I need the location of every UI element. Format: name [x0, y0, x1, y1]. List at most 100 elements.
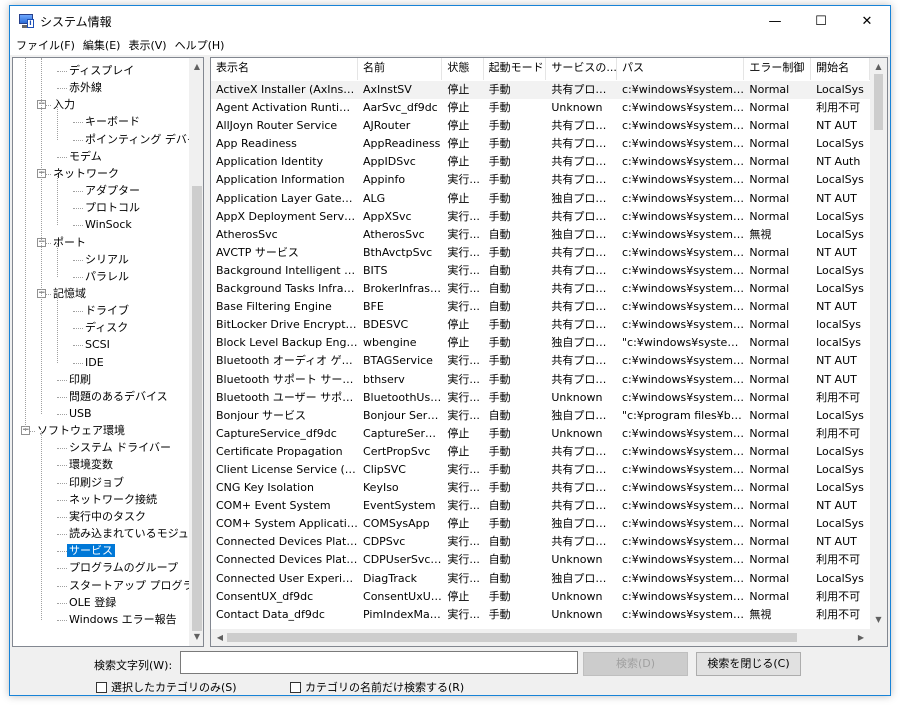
- table-row[interactable]: AppX Deployment Service (... AppXSvc 実行...…: [211, 208, 870, 226]
- checkbox-box[interactable]: [96, 681, 107, 693]
- scroll-down-icon[interactable]: ▼: [190, 630, 203, 644]
- close-search-button[interactable]: 検索を閉じる(C): [696, 652, 801, 676]
- tree-item[interactable]: ネットワーク: [51, 165, 121, 182]
- tree-item[interactable]: OLE 登録: [67, 594, 118, 611]
- tree-vertical-scrollbar[interactable]: ▲ ▼: [189, 58, 203, 646]
- table-row[interactable]: Bluetooth オーディオ ゲートウェ... BTAGService 実行...…: [211, 352, 870, 370]
- tree-item[interactable]: ソフトウェア環境: [35, 422, 127, 439]
- column-header[interactable]: パス: [617, 58, 745, 80]
- tree-item[interactable]: モデム: [67, 148, 104, 165]
- column-header[interactable]: エラー制御: [744, 58, 812, 80]
- table-row[interactable]: BitLocker Drive Encryption ... BDESVC 停止 手動…: [211, 316, 870, 334]
- scroll-down-icon[interactable]: ▼: [870, 613, 887, 627]
- tree-item[interactable]: キーボード: [83, 113, 142, 130]
- list-horizontal-scrollbar[interactable]: ◀ ▶: [211, 629, 870, 646]
- column-header[interactable]: 状態: [442, 58, 484, 80]
- tree-item[interactable]: 入力: [51, 96, 77, 113]
- category-names-only-checkbox[interactable]: カテゴリの名前だけ検索する(R): [290, 679, 464, 695]
- scroll-left-icon[interactable]: ◀: [213, 631, 227, 645]
- table-row[interactable]: Connected Devices Platfor... CDPUserSvc_.…: [211, 551, 870, 569]
- table-row[interactable]: Background Intelligent Tran... BITS 実行... 自…: [211, 262, 870, 280]
- tree-item[interactable]: 印刷ジョブ: [67, 474, 126, 491]
- table-cell: c:¥windows¥system32...: [621, 83, 745, 96]
- tree-item[interactable]: プログラムのグループ: [67, 559, 180, 576]
- column-header[interactable]: 開始名: [811, 58, 870, 80]
- table-row[interactable]: Bluetooth ユーザー サポート サ... BluetoothUse... 実…: [211, 389, 870, 407]
- table-row[interactable]: ActiveX Installer (AxInstSV) AxInstSV 停止 手動…: [211, 81, 870, 100]
- menu-view[interactable]: 表示(V): [124, 36, 170, 56]
- tree-item-label: USB: [69, 407, 92, 420]
- menu-file[interactable]: ファイル(F): [12, 36, 79, 56]
- table-row[interactable]: Base Filtering Engine BFE 実行... 自動 共有プロセス c:¥…: [211, 298, 870, 316]
- table-row[interactable]: Application Identity AppIDSvc 停止 手動 共有プロセス c:…: [211, 153, 870, 171]
- list-vscroll-thumb[interactable]: [874, 74, 883, 130]
- table-row[interactable]: Contact Data_df9dc PimIndexMai... 実行... 手動 U…: [211, 606, 870, 624]
- tree-item[interactable]: 環境変数: [67, 456, 115, 473]
- scroll-right-icon[interactable]: ▶: [854, 631, 868, 645]
- tree-scroll-thumb[interactable]: [192, 186, 202, 631]
- search-button[interactable]: 検索(D): [583, 652, 688, 676]
- table-row[interactable]: Background Tasks Infrastru... BrokerInfra…: [211, 280, 870, 298]
- table-row[interactable]: Application Information Appinfo 実行... 手動 共有プ…: [211, 171, 870, 189]
- title-bar[interactable]: i システム情報 — ☐ ✕: [10, 6, 890, 36]
- table-row[interactable]: Certificate Propagation CertPropSvc 停止 手動 共有…: [211, 443, 870, 461]
- tree-item[interactable]: SCSI: [83, 336, 112, 353]
- table-row[interactable]: App Readiness AppReadiness 停止 手動 共有プロセス c:¥wi…: [211, 135, 870, 153]
- tree-item[interactable]: プロトコル: [83, 199, 142, 216]
- table-row[interactable]: Client License Service (Clip... ClipSVC 実行…: [211, 461, 870, 479]
- table-row[interactable]: Bonjour サービス Bonjour Servi... 実行... 自動 独自プロセ…: [211, 407, 870, 425]
- table-row[interactable]: Block Level Backup Engine ... wbengine 停止 手…: [211, 334, 870, 352]
- tree-item[interactable]: スタートアップ プログラム: [67, 577, 203, 594]
- close-button[interactable]: ✕: [844, 6, 890, 36]
- tree-item[interactable]: 印刷: [67, 371, 93, 388]
- column-header[interactable]: サービスの...: [546, 58, 617, 80]
- table-row[interactable]: AtherosSvc AtherosSvc 実行... 自動 独自プロセス c:¥wind…: [211, 226, 870, 244]
- table-row[interactable]: Agent Activation Runtime_d... AarSvc_df9d…: [211, 99, 870, 117]
- tree-item[interactable]: 問題のあるデバイス: [67, 388, 170, 405]
- tree-item[interactable]: 読み込まれているモジュール: [67, 525, 203, 542]
- table-row[interactable]: COM+ System Application COMSysApp 停止 手動 独自プロ…: [211, 515, 870, 533]
- minimize-button[interactable]: —: [752, 6, 798, 36]
- tree-item[interactable]: 実行中のタスク: [67, 508, 148, 525]
- scroll-up-icon[interactable]: ▲: [870, 60, 887, 74]
- column-header[interactable]: 起動モード: [484, 58, 547, 80]
- tree-item[interactable]: シリアル: [83, 251, 131, 268]
- menu-help[interactable]: ヘルプ(H): [171, 36, 229, 56]
- table-row[interactable]: AVCTP サービス BthAvctpSvc 実行... 手動 共有プロセス c:¥win…: [211, 244, 870, 262]
- table-row[interactable]: COM+ Event System EventSystem 実行... 自動 共有プロセ…: [211, 497, 870, 515]
- list-hscroll-thumb[interactable]: [227, 633, 797, 642]
- table-row[interactable]: Bluetooth サポート サービス bthserv 実行... 手動 共有プロセス c…: [211, 371, 870, 389]
- table-row[interactable]: AllJoyn Router Service AJRouter 停止 手動 共有プロセス…: [211, 117, 870, 135]
- selected-category-only-checkbox[interactable]: 選択したカテゴリのみ(S): [96, 679, 237, 695]
- category-tree[interactable]: ディスプレイ 赤外線 入力 − キーボード ポインティング デバイス モデム ネットワーク − ア…: [12, 57, 204, 647]
- table-row[interactable]: Application Layer Gateway ... ALG 停止 手動 独自プロ…: [211, 190, 870, 208]
- tree-item[interactable]: USB: [67, 405, 94, 422]
- column-header[interactable]: 表示名: [211, 58, 358, 80]
- table-row[interactable]: ConsentUX_df9dc ConsentUxUs... 停止 手動 Unknown…: [211, 588, 870, 606]
- tree-item[interactable]: システム ドライバー: [67, 439, 173, 456]
- tree-item[interactable]: ネットワーク接続: [67, 491, 159, 508]
- table-row[interactable]: Connected User Experienc... DiagTrack 実行..…: [211, 570, 870, 588]
- table-row[interactable]: Connected Devices Platfor... CDPSvc 実行... 自…: [211, 533, 870, 551]
- scroll-up-icon[interactable]: ▲: [190, 60, 203, 74]
- services-list[interactable]: 表示名 名前 状態 起動モード サービスの... パス エラー制御 開始名 ActiveX I…: [210, 57, 888, 647]
- tree-item[interactable]: Windows エラー報告: [67, 611, 179, 628]
- tree-item[interactable]: サービス: [67, 542, 115, 559]
- list-vertical-scrollbar[interactable]: ▲ ▼: [870, 58, 887, 629]
- tree-item[interactable]: アダプター: [83, 182, 142, 199]
- tree-item[interactable]: WinSock: [83, 216, 134, 233]
- tree-item[interactable]: ポインティング デバイス: [83, 131, 203, 148]
- tree-item[interactable]: パラレル: [83, 268, 131, 285]
- maximize-button[interactable]: ☐: [798, 6, 844, 36]
- checkbox-box[interactable]: [290, 681, 301, 693]
- search-input[interactable]: [180, 651, 578, 674]
- tree-item[interactable]: ディスク: [83, 319, 130, 336]
- menu-edit[interactable]: 編集(E): [79, 36, 125, 56]
- table-row[interactable]: CNG Key Isolation KeyIso 実行... 手動 共有プロセス c:¥w…: [211, 479, 870, 497]
- column-header[interactable]: 名前: [358, 58, 443, 80]
- tree-item[interactable]: 赤外線: [67, 79, 104, 96]
- tree-item[interactable]: ドライブ: [83, 302, 131, 319]
- tree-item[interactable]: IDE: [83, 354, 106, 371]
- tree-item[interactable]: ディスプレイ: [67, 62, 136, 79]
- table-row[interactable]: CaptureService_df9dc CaptureServi... 停止 手動 U…: [211, 425, 870, 443]
